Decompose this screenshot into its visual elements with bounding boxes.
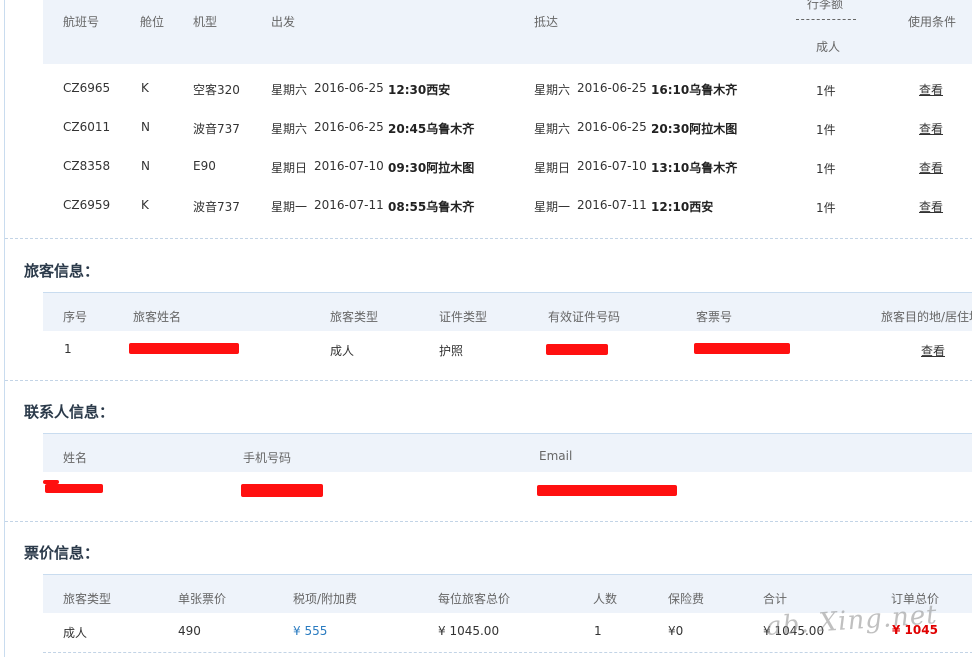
- redacted-contact-name: [43, 480, 59, 484]
- flight-row: CZ6011 N 波音737 星期六 2016-06-25 20:45乌鲁木齐 …: [63, 120, 944, 137]
- contact-table-header: 姓名 手机号码 Email: [43, 433, 972, 472]
- col-flight-no: 航班号: [63, 15, 100, 29]
- tax-amount: ¥ 555: [293, 624, 328, 638]
- flight-row: CZ8358 N E90 星期日 2016-07-10 09:30阿拉木图 星期…: [63, 159, 944, 176]
- contact-section-title: 联系人信息：: [24, 403, 115, 421]
- passenger-table-header: 序号 旅客姓名 旅客类型 证件类型 有效证件号码 客票号 旅客目的地/居住地: [43, 292, 972, 331]
- col-luggage-adult: 成人: [816, 40, 841, 54]
- redacted-id-number: [546, 344, 608, 355]
- section-divider: [5, 521, 972, 522]
- view-rules-link[interactable]: 查看: [919, 120, 943, 137]
- contact-row: [43, 472, 972, 511]
- view-rules-link[interactable]: 查看: [919, 81, 943, 98]
- redacted-phone: [241, 484, 323, 497]
- col-rules: 使用条件: [908, 15, 957, 29]
- flight-table-header: 航班号 舱位 机型 出发 抵达 行李额 成人 使用条件: [43, 0, 972, 64]
- col-depart: 出发: [271, 15, 296, 29]
- price-section-title: 票价信息：: [24, 544, 100, 562]
- redacted-ticket-number: [694, 343, 790, 354]
- passenger-row: 1 成人 护照 查看: [64, 342, 946, 359]
- section-divider: [5, 238, 972, 239]
- redacted-name: [129, 343, 239, 354]
- luggage-divider: [796, 19, 856, 20]
- col-arrive: 抵达: [534, 15, 559, 29]
- view-rules-link[interactable]: 查看: [919, 159, 943, 176]
- flight-row: CZ6959 K 波音737 星期一 2016-07-11 08:55乌鲁木齐 …: [63, 198, 944, 215]
- section-divider: [43, 652, 972, 653]
- section-divider: [5, 380, 972, 381]
- col-cabin: 舱位: [140, 15, 165, 29]
- redacted-email: [537, 485, 677, 496]
- col-luggage: 行李额: [807, 0, 844, 11]
- redacted-contact-name: [45, 484, 103, 493]
- col-model: 机型: [193, 15, 218, 29]
- order-detail-panel: 航班号 舱位 机型 出发 抵达 行李额 成人 使用条件 CZ6965 K 空客3…: [4, 0, 972, 657]
- view-rules-link[interactable]: 查看: [919, 198, 943, 215]
- passenger-section-title: 旅客信息：: [24, 262, 100, 280]
- flight-row: CZ6965 K 空客320 星期六 2016-06-25 12:30西安 星期…: [63, 81, 944, 98]
- view-destination-link[interactable]: 查看: [921, 342, 945, 359]
